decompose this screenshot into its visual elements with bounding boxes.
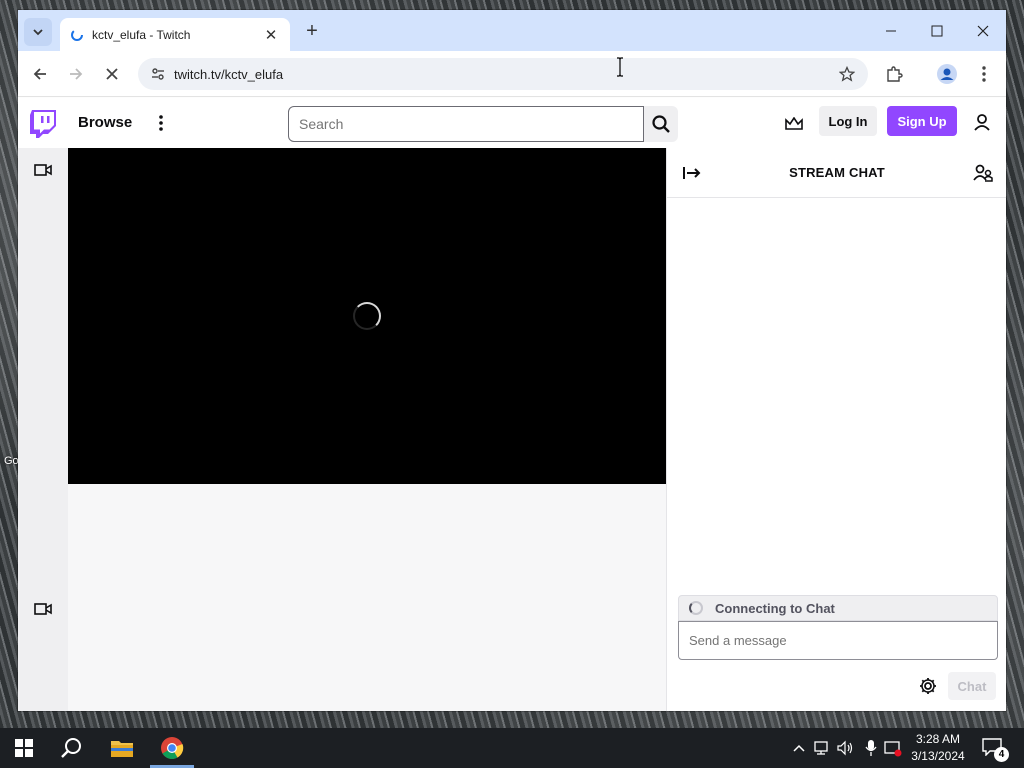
side-navigation-rail <box>18 148 68 711</box>
notification-center-button[interactable]: 4 <box>982 738 1009 762</box>
close-icon <box>106 68 118 80</box>
site-settings-icon <box>152 68 164 80</box>
notification-count-badge: 4 <box>994 747 1009 762</box>
twitch-top-nav: Browse Log In Sign Up <box>18 98 1006 148</box>
login-button[interactable]: Log In <box>819 106 877 136</box>
twitch-logo-icon[interactable] <box>30 110 56 138</box>
stream-chat-panel: STREAM CHAT Connecting to Chat Chat <box>666 148 1006 711</box>
chevron-down-icon <box>33 29 43 36</box>
tab-search-button[interactable] <box>24 18 52 46</box>
stop-loading-button[interactable] <box>98 60 126 88</box>
chat-header: STREAM CHAT <box>667 148 1006 198</box>
puzzle-icon <box>887 66 903 82</box>
windows-logo-icon <box>15 739 33 757</box>
signup-button[interactable]: Sign Up <box>887 106 957 136</box>
community-users-icon[interactable] <box>972 162 994 184</box>
chevron-up-icon[interactable] <box>790 738 808 758</box>
system-clock[interactable]: 3:28 AM 3/13/2024 <box>906 731 970 765</box>
bookmark-star-icon[interactable] <box>832 66 862 82</box>
browser-tab-active[interactable]: kctv_elufa - Twitch ✕ <box>60 18 290 51</box>
file-explorer-button[interactable] <box>98 728 146 768</box>
more-vertical-icon <box>159 115 163 131</box>
search-icon <box>61 738 81 758</box>
loading-favicon-icon <box>70 28 84 42</box>
more-options-button[interactable] <box>154 111 168 135</box>
recommended-channels-camera-icon[interactable] <box>33 599 53 619</box>
browser-toolbar: twitch.tv/kctv_elufa <box>18 51 1006 97</box>
clock-date: 3/13/2024 <box>911 749 965 763</box>
browser-menu-button[interactable] <box>970 60 998 88</box>
network-icon[interactable] <box>814 738 832 758</box>
browser-window: kctv_elufa - Twitch ✕ + twitch.tv/kctv_e… <box>18 10 1006 711</box>
taskbar-search-button[interactable] <box>48 728 96 768</box>
video-player[interactable] <box>68 148 666 484</box>
profile-button[interactable] <box>933 60 961 88</box>
more-vertical-icon <box>982 66 986 82</box>
chat-message-input[interactable] <box>678 621 998 660</box>
back-button[interactable] <box>26 60 54 88</box>
chrome-taskbar-button[interactable] <box>148 728 196 768</box>
forward-button[interactable] <box>62 60 90 88</box>
maximize-icon <box>931 25 943 37</box>
avatar-icon <box>937 64 957 84</box>
text-cursor-icon <box>615 57 625 77</box>
followed-channels-camera-icon[interactable] <box>33 160 53 180</box>
security-alert-icon[interactable] <box>884 738 902 758</box>
chat-send-button[interactable]: Chat <box>948 672 996 700</box>
address-bar[interactable]: twitch.tv/kctv_elufa <box>138 58 868 90</box>
chat-connection-status: Connecting to Chat <box>678 595 998 621</box>
desktop-icon-label[interactable]: Go <box>4 455 19 467</box>
tab-strip: kctv_elufa - Twitch ✕ + <box>18 10 1006 51</box>
start-button[interactable] <box>0 728 48 768</box>
channel-main-area <box>68 148 666 711</box>
chat-title: STREAM CHAT <box>789 165 885 180</box>
loading-spinner-icon <box>353 302 381 330</box>
chrome-icon <box>161 737 184 759</box>
arrow-left-icon <box>33 68 46 80</box>
loading-spinner-icon <box>689 601 703 615</box>
status-text: Connecting to Chat <box>715 600 835 616</box>
minimize-icon <box>886 30 896 32</box>
minimize-button[interactable] <box>868 18 914 44</box>
new-tab-button[interactable]: + <box>300 20 324 44</box>
prime-crown-icon[interactable] <box>782 112 806 136</box>
search-icon <box>652 115 670 133</box>
close-icon <box>977 25 989 37</box>
tab-close-icon[interactable]: ✕ <box>262 26 280 44</box>
clock-time: 3:28 AM <box>915 732 961 746</box>
microphone-icon[interactable] <box>862 738 880 758</box>
folder-icon <box>111 741 133 757</box>
url-text: twitch.tv/kctv_elufa <box>174 66 284 82</box>
search-input[interactable] <box>288 106 644 142</box>
search-button[interactable] <box>644 106 678 142</box>
extensions-button[interactable] <box>880 60 908 88</box>
volume-icon[interactable] <box>837 738 855 758</box>
maximize-button[interactable] <box>914 18 960 44</box>
user-menu-icon[interactable] <box>970 110 994 134</box>
browse-link[interactable]: Browse <box>78 114 132 131</box>
windows-taskbar: 3:28 AM 3/13/2024 4 <box>0 728 1024 768</box>
tab-title: kctv_elufa - Twitch <box>92 27 191 42</box>
arrow-right-icon <box>70 68 83 80</box>
close-window-button[interactable] <box>960 18 1006 44</box>
chat-settings-gear-icon[interactable] <box>917 675 939 697</box>
